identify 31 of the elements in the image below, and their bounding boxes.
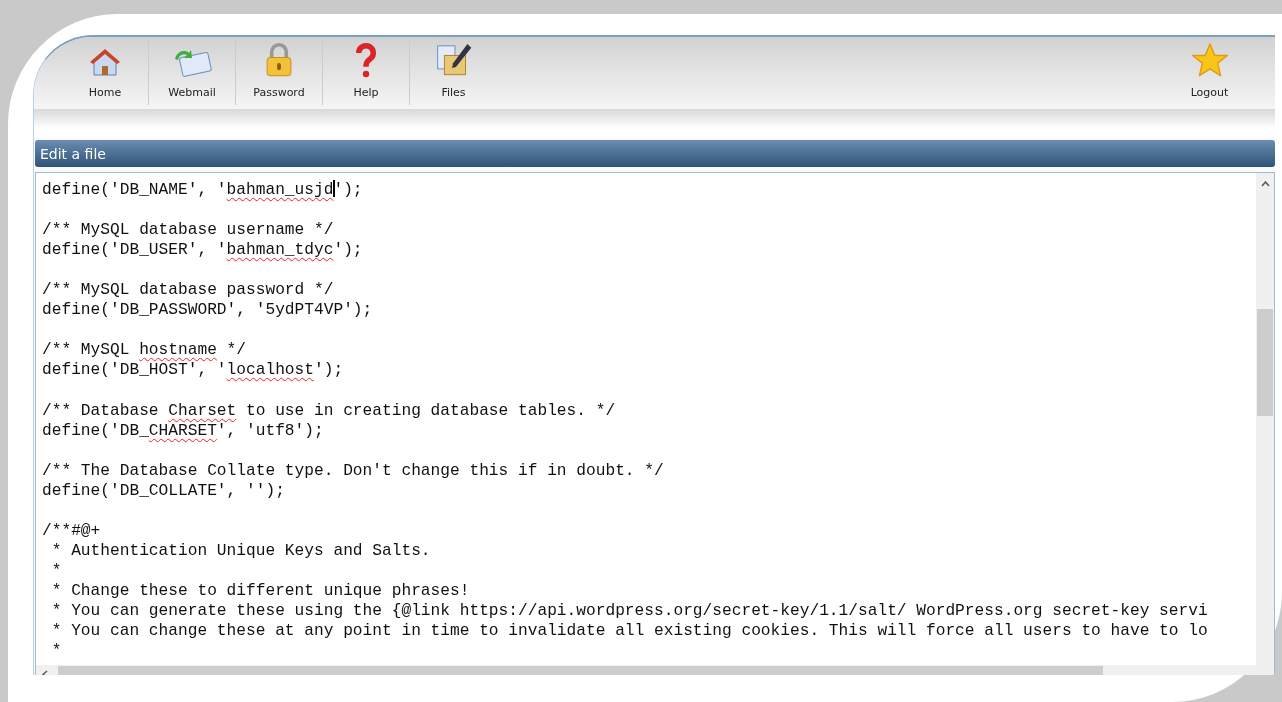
code-line: /** The Database Collate type. Don't change this if in doubt. */ — [42, 460, 665, 481]
scrollbar-thumb[interactable] — [1257, 309, 1273, 416]
code-line: define('DB_COLLATE', ''); — [42, 480, 286, 501]
code-line: /** Database Charset to use in creating database tables. */ — [42, 400, 617, 421]
toolbar-button[interactable]: Home — [62, 41, 149, 105]
code-line: define('DB_HOST', 'localhost'); — [42, 360, 345, 381]
toolbar-button[interactable]: Password — [236, 41, 323, 105]
code-line: * You can change these at any point in time to invalidate all existing cookies. This will force all users to have to lo — [50, 621, 1209, 642]
panel-title: Edit a file — [35, 140, 1275, 167]
toolbar-button[interactable]: Files — [410, 41, 497, 105]
toolbar-button[interactable]: Help — [323, 41, 410, 105]
code-line: /** MySQL database password */ — [42, 280, 335, 301]
code-line: define('DB_PASSWORD', '5ydPT4VP'); — [42, 300, 374, 321]
code-line: * Authentication Unique Keys and Salts. — [50, 540, 432, 561]
star-icon — [1189, 42, 1230, 79]
scroll-up-icon[interactable] — [1261, 181, 1270, 187]
code-line: /** MySQL hostname */ — [42, 340, 248, 361]
code-line: * — [50, 641, 63, 662]
logout-button[interactable]: Logout — [1166, 41, 1253, 105]
code-line: define('DB_USER', 'bahman_tdyc'); — [42, 240, 364, 261]
code-line: * Change these to different unique phrases! — [50, 580, 471, 601]
toolbar-button[interactable]: Webmail — [149, 41, 236, 105]
code-line: define('DB_CHARSET', 'utf8'); — [42, 420, 325, 441]
question-mark-icon — [353, 42, 379, 79]
code-editor[interactable] — [35, 172, 1275, 675]
code-line: * You can generate these using the {@link https://api.wordpress.org/secret-key/1.1/salt/ WordPress.org secret-key servi — [50, 601, 1209, 622]
code-line: define('DB_NAME', 'bahman_usjd'); — [42, 180, 364, 201]
code-line: /**#@+ — [42, 520, 102, 541]
vertical-scrollbar[interactable] — [1256, 173, 1274, 665]
code-line: * — [50, 560, 63, 581]
code-line: /** MySQL database username */ — [42, 220, 335, 241]
